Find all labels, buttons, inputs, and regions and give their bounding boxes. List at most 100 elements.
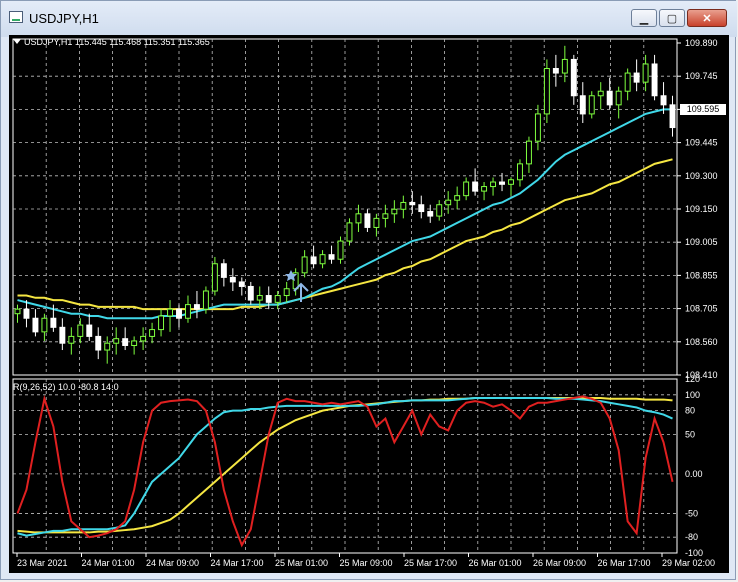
price-chart-svg[interactable]: 109.890 109.745 109.595 109.445 109.300 109.1… [9,35,729,573]
price-axis-label: 109.300 [685,171,718,181]
candle-body [122,338,129,346]
indicator-axis-label: 80 [685,406,695,416]
candle-body [274,295,281,303]
candle-body [265,295,272,303]
title-bar[interactable]: USDJPY,H1 ▁ ▢ ✕ [1,1,737,37]
candle-body [490,181,497,188]
indicator-axis-label: -50 [685,508,698,518]
candle-body [499,181,505,185]
candle-body [391,208,398,215]
candle-body [14,308,21,315]
candle-body [77,324,84,337]
candle-body [113,338,120,344]
candle-body [23,308,30,319]
candle-body [256,295,263,301]
candle-body [247,285,254,301]
candle-body [409,201,416,206]
indicator-axis-label: 100 [685,390,700,400]
dropdown-triangle-icon[interactable] [13,39,21,44]
candle-body [552,68,559,74]
minimize-button[interactable]: ▁ [631,9,657,27]
candle-body [346,222,353,242]
candle-body [669,104,676,129]
candle-body [167,308,173,317]
price-axis-label: 109.745 [685,71,718,81]
price-axis-label: 109.445 [685,138,718,148]
price-axis-label: 109.890 [685,38,718,48]
candle-body [454,195,461,201]
price-axis-label: 108.560 [685,337,718,347]
candle-body [328,254,335,260]
candle-body [355,213,362,224]
symbol-info-text: USDJPY,H1 115.445 115.468 115.351 115.36… [24,37,210,47]
indicator-axis-label: 0.00 [685,469,703,479]
candle-body [238,281,245,287]
time-axis-label: 25 Mar 09:00 [340,558,393,568]
indicator-axis-label: 50 [685,429,695,439]
candle-body [624,72,631,92]
time-axis-label: 29 Mar 02:00 [662,558,715,568]
price-axis-label: 109.005 [685,237,718,247]
candle-body [140,335,147,342]
candle-body [660,95,667,106]
candle-body [229,276,236,283]
indicator-fast-line [17,396,673,537]
close-button[interactable]: ✕ [687,9,727,27]
candle-body [481,186,488,192]
window-title: USDJPY,H1 [29,11,99,26]
candle-body [176,308,182,319]
candle-body [606,90,613,106]
price-axis-label: 109.150 [685,204,718,214]
candle-body [561,58,568,74]
candle-body [373,217,380,228]
chart-area[interactable]: 109.890 109.745 109.595 109.445 109.300 109.1… [9,35,729,573]
maximize-button[interactable]: ▢ [659,9,685,27]
time-axis-label: 24 Mar 09:00 [146,558,199,568]
candle-body [588,95,595,115]
candle-body [158,315,165,331]
time-axis-label: 26 Mar 01:00 [469,558,522,568]
candle-body [597,90,604,97]
candle-body [68,335,75,344]
candle-body [642,63,649,83]
candle-body [382,213,389,219]
candle-body [534,113,541,142]
candle-body [220,263,227,278]
candle-body [633,72,640,83]
time-axis-label: 25 Mar 01:00 [275,558,328,568]
candle-body [319,254,326,265]
candle-body [193,304,200,310]
time-axis-label: 26 Mar 17:00 [598,558,651,568]
candle-body [301,256,308,274]
time-axis-label: 24 Mar 01:00 [82,558,135,568]
chart-window: USDJPY,H1 ▁ ▢ ✕ 109.890109.745109.595109… [0,0,737,580]
candle-body [202,290,209,310]
symbol-info: USDJPY,H1 115.445 115.468 115.351 115.36… [13,37,210,47]
candle-body [283,288,290,297]
indicator-axis-label: -100 [685,548,703,558]
time-axis-label: 24 Mar 17:00 [211,558,264,568]
slow-ma-line [17,158,673,311]
candle-body [543,68,550,115]
candle-body [445,199,452,206]
price-axis-label: 108.705 [685,304,718,314]
candle-body [615,90,622,106]
time-axis-label: 26 Mar 09:00 [533,558,586,568]
chart-app-icon [9,11,23,23]
candle-body [427,211,434,217]
candle-body [185,304,191,319]
candle-body [418,204,425,213]
candle-body [651,63,658,97]
candle-body [517,163,523,181]
candle-body [211,263,218,292]
price-axis-label: 108.855 [685,270,718,280]
indicator-axis-label: -80 [685,532,698,542]
candle-body [95,335,102,351]
candle-body [525,140,532,165]
time-axis-label: 23 Mar 2021 [17,558,68,568]
candle-body [472,181,479,192]
candle-body [131,340,138,346]
indicator-axis-label: 120 [685,374,700,384]
candle-body [436,204,443,217]
candle-body [50,317,57,328]
